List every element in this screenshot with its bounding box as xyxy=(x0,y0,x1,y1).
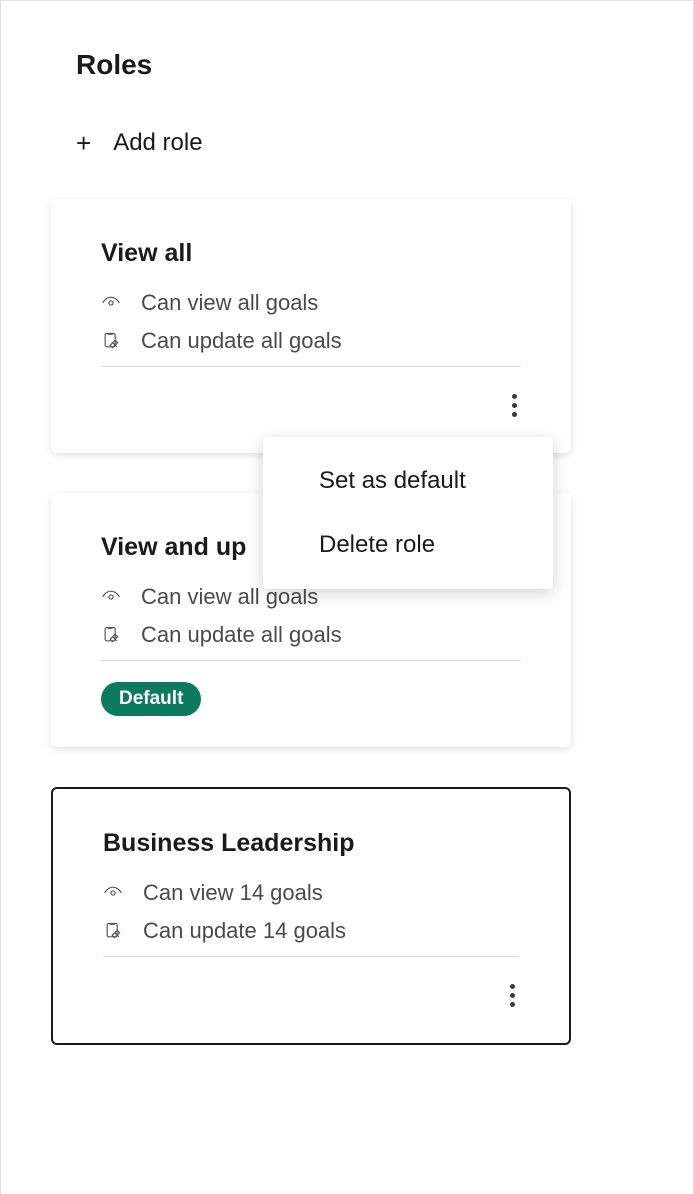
permission-row: Can update 14 goals xyxy=(103,918,519,944)
edit-icon xyxy=(103,921,123,941)
menu-set-default[interactable]: Set as default xyxy=(263,449,553,513)
eye-icon xyxy=(101,587,121,607)
view-permission-text: Can view 14 goals xyxy=(143,880,323,906)
permission-row: Can view all goals xyxy=(101,290,521,316)
edit-icon xyxy=(101,625,121,645)
role-title: View all xyxy=(101,239,521,268)
divider xyxy=(101,660,521,661)
card-footer xyxy=(103,975,519,1015)
default-badge: Default xyxy=(101,682,201,716)
section-title: Roles xyxy=(51,49,571,81)
edit-icon xyxy=(101,331,121,351)
plus-icon: + xyxy=(76,130,91,156)
divider xyxy=(103,956,519,957)
divider xyxy=(101,366,521,367)
add-role-button[interactable]: + Add role xyxy=(51,129,203,157)
dots-vertical-icon xyxy=(512,394,517,399)
dots-vertical-icon xyxy=(510,984,515,989)
card-footer: Default xyxy=(101,679,521,719)
permission-row: Can update all goals xyxy=(101,622,521,648)
update-permission-text: Can update 14 goals xyxy=(143,918,346,944)
add-role-label: Add role xyxy=(113,129,202,157)
role-card[interactable]: View all Can view all goals Can update a… xyxy=(51,199,571,453)
card-footer xyxy=(101,385,521,425)
update-permission-text: Can update all goals xyxy=(141,328,342,354)
update-permission-text: Can update all goals xyxy=(141,622,342,648)
eye-icon xyxy=(101,293,121,313)
role-title: Business Leadership xyxy=(103,829,519,858)
roles-panel: Roles + Add role View all Can view all g… xyxy=(0,0,694,1194)
permission-row: Can update all goals xyxy=(101,328,521,354)
context-menu: Set as default Delete role xyxy=(263,437,553,589)
menu-delete-role[interactable]: Delete role xyxy=(263,513,553,577)
view-permission-text: Can view all goals xyxy=(141,290,318,316)
eye-icon xyxy=(103,883,123,903)
permission-row: Can view 14 goals xyxy=(103,880,519,906)
role-card[interactable]: Business Leadership Can view 14 goals Ca… xyxy=(51,787,571,1045)
more-options-button[interactable] xyxy=(508,386,521,425)
more-options-button[interactable] xyxy=(506,976,519,1015)
